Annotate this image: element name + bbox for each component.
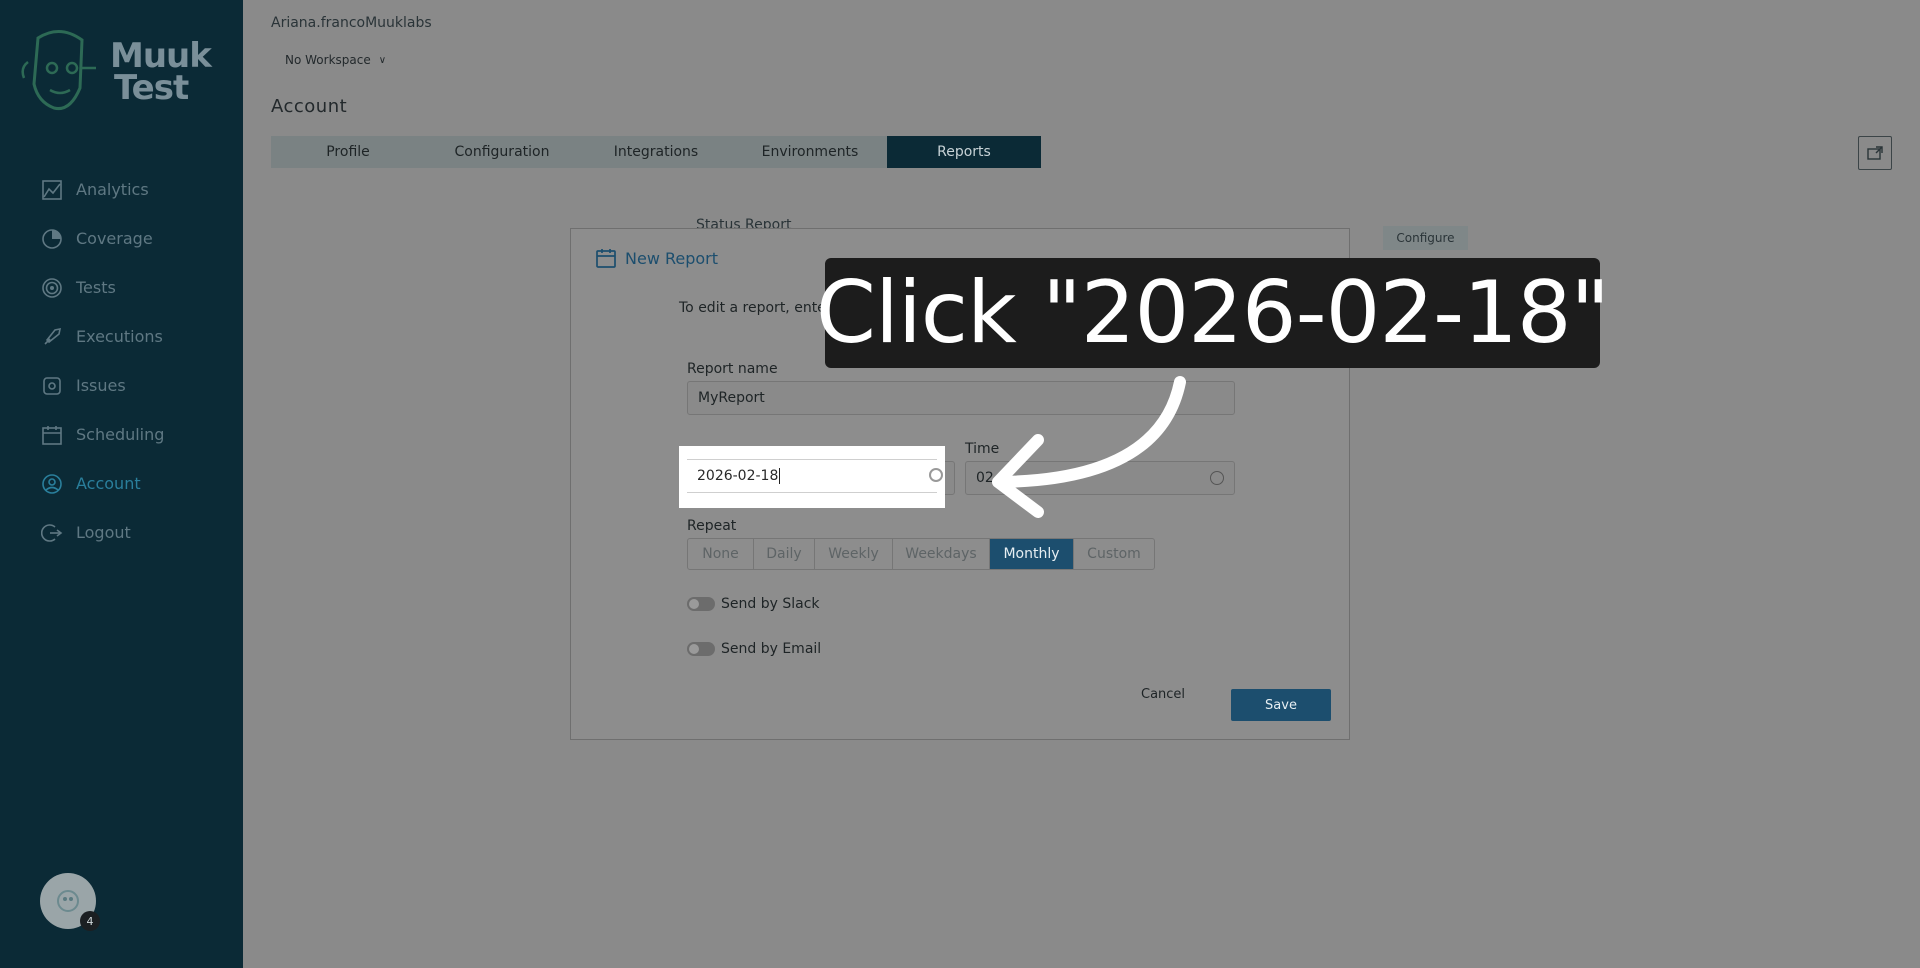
send-by-email-label: Send by Email xyxy=(721,641,822,657)
export-icon xyxy=(1867,146,1883,160)
start-date-highlight: 2026-02-18 xyxy=(679,446,945,508)
sidebar-item-label: Coverage xyxy=(76,229,153,248)
instruction-text: Click "2026-02-18" xyxy=(815,263,1610,363)
sidebar-item-label: Account xyxy=(76,474,141,493)
account-tabs: Profile Configuration Integrations Envir… xyxy=(271,136,1041,168)
clock-icon xyxy=(1210,471,1224,485)
report-name-label: Report name xyxy=(687,361,778,377)
calendar-icon xyxy=(596,249,616,268)
sidebar-item-label: Analytics xyxy=(76,180,149,199)
logout-icon xyxy=(40,521,64,545)
sidebar-item-issues[interactable]: Issues xyxy=(0,361,243,410)
tab-reports[interactable]: Reports xyxy=(887,136,1041,168)
repeat-options: None Daily Weekly Weekdays Monthly Custo… xyxy=(687,538,1155,570)
page-title: Account xyxy=(271,96,348,117)
repeat-label: Repeat xyxy=(687,518,737,534)
repeat-none[interactable]: None xyxy=(688,539,754,569)
send-by-email-row: Send by Email xyxy=(687,641,821,657)
notification-badge: 4 xyxy=(80,911,100,931)
tab-integrations[interactable]: Integrations xyxy=(579,136,733,168)
send-by-slack-toggle[interactable] xyxy=(687,597,715,611)
send-by-slack-row: Send by Slack xyxy=(687,596,820,612)
sidebar-nav: Analytics Coverage Tests Executions Issu… xyxy=(0,165,243,557)
sidebar-item-logout[interactable]: Logout xyxy=(0,508,243,557)
repeat-daily[interactable]: Daily xyxy=(754,539,815,569)
logo-wordmark: Muuk Test xyxy=(110,36,212,108)
logo-face-icon xyxy=(21,30,96,111)
sidebar-item-scheduling[interactable]: Scheduling xyxy=(0,410,243,459)
sidebar-item-label: Issues xyxy=(76,376,126,395)
organization-name: Ariana.francoMuuklabs xyxy=(271,15,432,31)
send-by-slack-label: Send by Slack xyxy=(721,596,820,612)
sidebar-item-tests[interactable]: Tests xyxy=(0,263,243,312)
start-date-value: 2026-02-18 xyxy=(697,468,779,484)
muuktest-logo[interactable]: Muuk Test xyxy=(20,28,225,114)
executions-icon xyxy=(40,325,64,349)
sidebar-item-label: Logout xyxy=(76,523,131,542)
sidebar-item-label: Tests xyxy=(76,278,116,297)
account-icon xyxy=(40,472,64,496)
pointer-arrow-icon xyxy=(992,376,1186,518)
cancel-button[interactable]: Cancel xyxy=(1141,687,1185,702)
clock-icon xyxy=(929,468,943,482)
sidebar-item-analytics[interactable]: Analytics xyxy=(0,165,243,214)
chevron-down-icon: ∨ xyxy=(378,54,387,66)
workspace-label: No Workspace xyxy=(285,53,371,67)
tab-profile[interactable]: Profile xyxy=(271,136,425,168)
repeat-monthly[interactable]: Monthly xyxy=(990,539,1074,569)
sidebar-item-label: Scheduling xyxy=(76,425,165,444)
send-by-email-toggle[interactable] xyxy=(687,642,715,656)
text-caret xyxy=(779,468,781,484)
sidebar-item-label: Executions xyxy=(76,327,163,346)
issues-icon xyxy=(40,374,64,398)
repeat-weekly[interactable]: Weekly xyxy=(815,539,893,569)
avatar-image-icon xyxy=(57,890,79,912)
workspace-selector[interactable]: No Workspace ∨ xyxy=(271,48,401,72)
modal-header: New Report xyxy=(595,247,718,269)
start-date-input[interactable]: 2026-02-18 xyxy=(687,459,937,493)
tab-configuration[interactable]: Configuration xyxy=(425,136,579,168)
repeat-custom[interactable]: Custom xyxy=(1074,539,1154,569)
modal-title: New Report xyxy=(625,248,719,268)
tab-environments[interactable]: Environments xyxy=(733,136,887,168)
tests-icon xyxy=(40,276,64,300)
save-button[interactable]: Save xyxy=(1231,689,1331,721)
instruction-callout: Click "2026-02-18" xyxy=(816,258,1610,368)
configure-button[interactable]: Configure xyxy=(1383,226,1468,250)
sidebar-item-executions[interactable]: Executions xyxy=(0,312,243,361)
calendar-icon xyxy=(40,423,64,447)
analytics-icon xyxy=(40,178,64,202)
avatar[interactable]: 4 xyxy=(40,873,100,931)
export-button[interactable] xyxy=(1858,136,1892,170)
sidebar: Muuk Test Analytics Coverage Tests Execu… xyxy=(0,0,243,968)
repeat-weekdays[interactable]: Weekdays xyxy=(893,539,990,569)
sidebar-item-coverage[interactable]: Coverage xyxy=(0,214,243,263)
sidebar-item-account[interactable]: Account xyxy=(0,459,243,508)
coverage-icon xyxy=(40,227,64,251)
